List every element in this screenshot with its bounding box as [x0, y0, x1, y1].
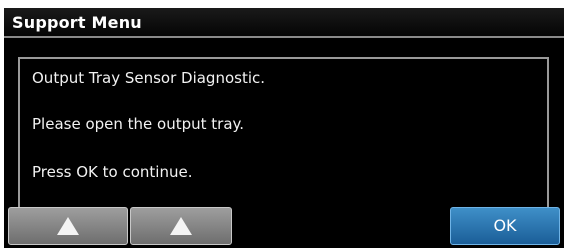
up-arrow-icon: [170, 217, 192, 235]
scroll-up-button-secondary[interactable]: [130, 207, 232, 245]
message-line-diagnostic: Output Tray Sensor Diagnostic.: [32, 69, 266, 87]
title-bar: Support Menu: [4, 8, 564, 38]
up-arrow-icon: [57, 217, 79, 235]
message-line-instruction: Please open the output tray.: [32, 115, 245, 133]
message-box: Output Tray Sensor Diagnostic. Please op…: [18, 57, 549, 209]
support-menu-screen: Support Menu Output Tray Sensor Diagnost…: [4, 8, 564, 248]
scroll-up-button[interactable]: [8, 207, 128, 245]
ok-button[interactable]: OK: [450, 207, 560, 245]
page-title: Support Menu: [12, 13, 142, 32]
message-line-continue: Press OK to continue.: [32, 163, 193, 181]
